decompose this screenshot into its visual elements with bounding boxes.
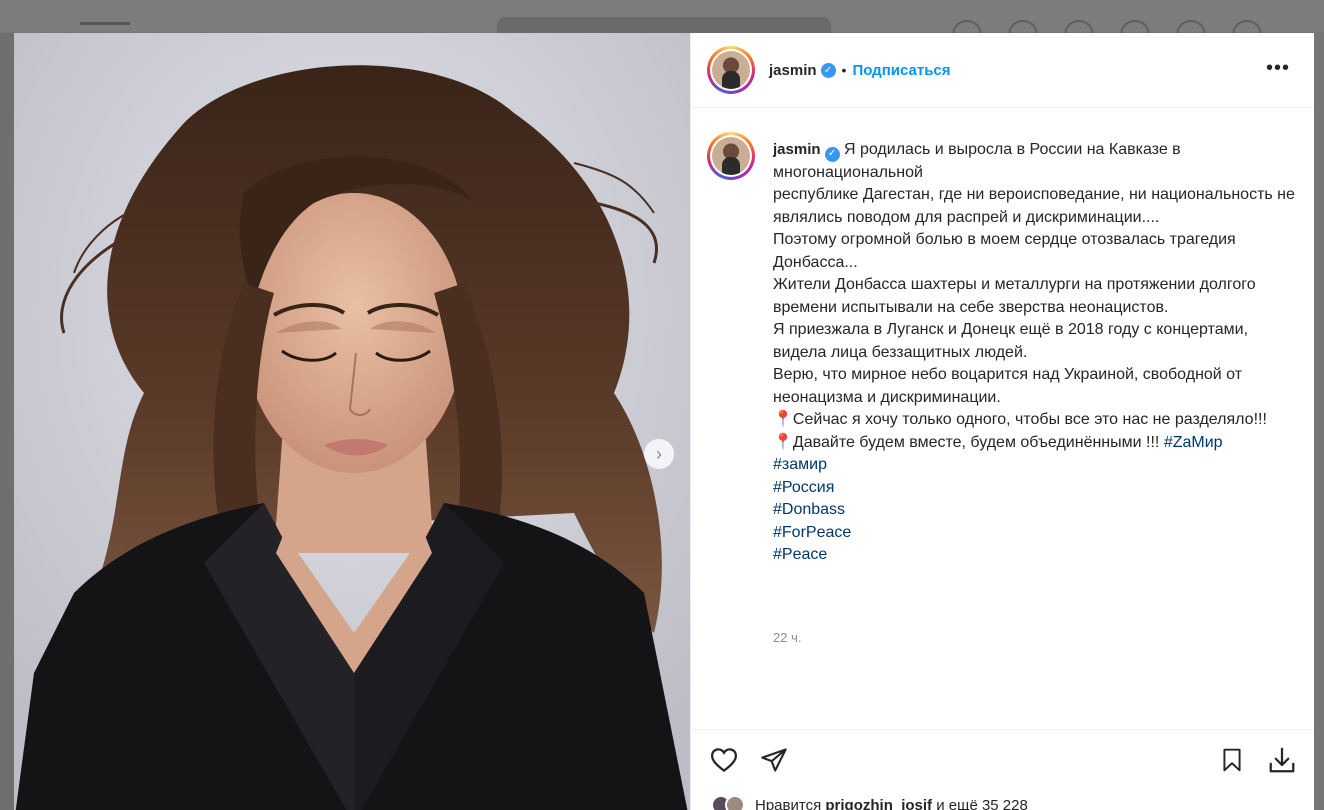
- follow-button[interactable]: Подписаться: [852, 62, 950, 79]
- hashtag-link[interactable]: #ZaМир: [1164, 434, 1223, 451]
- caption-author-avatar[interactable]: [707, 132, 755, 180]
- post-modal: › jasmin ✓ • Подписаться ••• jasmin ✓ Я р…: [14, 33, 1314, 810]
- page-scrollbar[interactable]: [1314, 33, 1324, 810]
- download-button[interactable]: [1265, 743, 1299, 777]
- liker-avatars: [711, 795, 745, 810]
- post-caption: jasmin ✓ Я родилась и выросла в России на…: [773, 139, 1303, 567]
- caption-line: 📍Сейчас я хочу только одного, чтобы все …: [773, 411, 1267, 429]
- likes-user-link[interactable]: prigozhin_iosif: [825, 797, 932, 810]
- avatar-image: [712, 51, 750, 89]
- verified-badge-icon: ✓: [820, 62, 836, 78]
- likes-prefix: Нравится: [755, 796, 822, 810]
- portrait-illustration: [14, 33, 690, 810]
- likes-suffix[interactable]: и ещё 35 228: [936, 797, 1028, 810]
- avatar-image: [712, 137, 750, 175]
- next-image-button[interactable]: ›: [644, 439, 674, 469]
- caption-line: Поэтому огромной болью в моем сердце ото…: [773, 231, 1236, 271]
- send-icon: [761, 747, 787, 772]
- caption-line: 📍Давайте будем вместе, будем объединённы…: [773, 432, 1303, 455]
- action-bar: [691, 729, 1314, 789]
- post-timestamp[interactable]: 22 ч.: [773, 630, 801, 645]
- post-header: jasmin ✓ • Подписаться •••: [691, 33, 1314, 108]
- more-options-icon[interactable]: •••: [1266, 57, 1290, 80]
- comments-area: jasmin ✓ Я родилась и выросла в России на…: [691, 108, 1314, 728]
- header-separator: •: [841, 62, 847, 78]
- heart-icon: [710, 747, 738, 772]
- chevron-right-icon: ›: [656, 443, 662, 464]
- post-sidebar: jasmin ✓ • Подписаться ••• jasmin ✓ Я род…: [690, 33, 1314, 810]
- caption-username[interactable]: jasmin: [773, 141, 821, 158]
- download-icon: [1269, 747, 1295, 772]
- hashtag-link[interactable]: #ForPeace: [773, 522, 1303, 545]
- hashtag-link[interactable]: #Peace: [773, 544, 1303, 567]
- likes-summary[interactable]: Нравится prigozhin_iosif и ещё 35 228: [711, 795, 1028, 810]
- like-button[interactable]: [707, 743, 741, 777]
- hashtag-link[interactable]: #замир: [773, 454, 1303, 477]
- author-avatar[interactable]: [707, 46, 755, 94]
- verified-badge-icon: ✓: [824, 146, 840, 162]
- hashtag-link[interactable]: #Donbass: [773, 499, 1303, 522]
- background-topbar: [0, 0, 1324, 50]
- hashtag-link[interactable]: #Россия: [773, 477, 1303, 500]
- author-username[interactable]: jasmin: [769, 62, 817, 79]
- save-button[interactable]: [1215, 743, 1249, 777]
- caption-text: 📍Давайте будем вместе, будем объединённы…: [773, 433, 1160, 451]
- caption-line: Верю, что мирное небо воцарится над Укра…: [773, 366, 1243, 406]
- caption-line: Я приезжала в Луганск и Донецк ещё в 201…: [773, 321, 1249, 361]
- caption-line: Жители Донбасса шахтеры и металлурги на …: [773, 276, 1256, 316]
- post-image[interactable]: ›: [14, 33, 690, 810]
- caption-line: республике Дагестан, где ни вероисповеда…: [773, 186, 1295, 226]
- caption-line: jasmin ✓ Я родилась и выросла в России на…: [773, 139, 1303, 184]
- bookmark-icon: [1223, 748, 1241, 771]
- share-button[interactable]: [757, 743, 791, 777]
